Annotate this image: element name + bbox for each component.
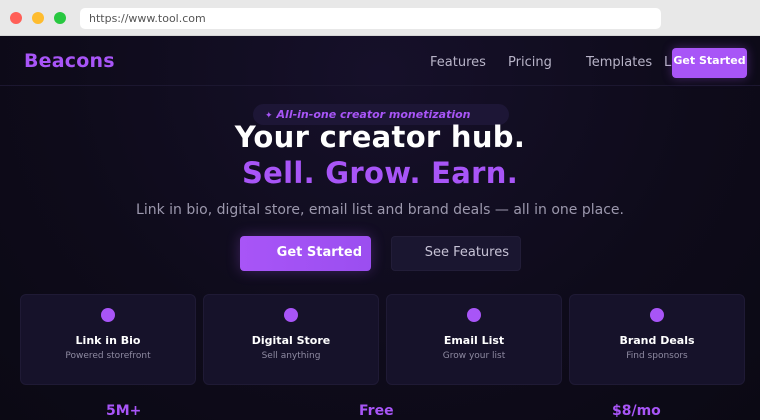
nav-link-pricing[interactable]: Pricing bbox=[508, 55, 552, 70]
feature-dot-icon bbox=[101, 308, 115, 322]
minimize-window-button[interactable] bbox=[32, 12, 44, 24]
feature-card-title: Link in Bio bbox=[75, 334, 141, 347]
feature-card-desc: Powered storefront bbox=[65, 351, 151, 361]
hero-title: Your creator hub. bbox=[234, 120, 526, 154]
feature-card-email-list[interactable]: Email List Grow your list bbox=[386, 294, 562, 385]
stat-value: $8/mo bbox=[612, 403, 661, 419]
hero-title-accent: Sell. Grow. Earn. bbox=[241, 156, 519, 190]
nav-get-started-button[interactable]: Get Started bbox=[672, 48, 747, 78]
feature-card-desc: Sell anything bbox=[261, 351, 321, 361]
landing-page: Beacons Features Pricing Templates L Get… bbox=[0, 36, 760, 420]
see-features-button[interactable]: See Features bbox=[391, 236, 521, 271]
nav-link-features[interactable]: Features bbox=[430, 55, 486, 70]
feature-card-title: Brand Deals bbox=[619, 334, 695, 347]
feature-dot-icon bbox=[650, 308, 664, 322]
stat-value: Free bbox=[359, 403, 394, 419]
hero-subtitle: Link in bio, digital store, email list a… bbox=[136, 202, 624, 218]
address-bar[interactable]: https://www.tool.com bbox=[80, 8, 661, 29]
feature-card-link-in-bio[interactable]: Link in Bio Powered storefront bbox=[20, 294, 196, 385]
nav-link-templates[interactable]: Templates bbox=[586, 55, 652, 70]
feature-card-title: Digital Store bbox=[251, 334, 331, 347]
feature-card-desc: Grow your list bbox=[442, 351, 506, 361]
nav-link-truncated[interactable]: L bbox=[664, 55, 671, 70]
top-nav: Beacons Features Pricing Templates L Get… bbox=[0, 36, 760, 86]
logo[interactable]: Beacons bbox=[24, 50, 115, 72]
get-started-button[interactable]: Get Started bbox=[240, 236, 371, 271]
feature-card-desc: Find sponsors bbox=[626, 351, 688, 361]
stat-value: 5M+ bbox=[106, 403, 142, 419]
browser-chrome: https://www.tool.com bbox=[0, 0, 760, 36]
feature-dot-icon bbox=[284, 308, 298, 322]
feature-card-brand-deals[interactable]: Brand Deals Find sponsors bbox=[569, 294, 745, 385]
maximize-window-button[interactable] bbox=[54, 12, 66, 24]
feature-card-title: Email List bbox=[443, 334, 505, 347]
feature-dot-icon bbox=[467, 308, 481, 322]
feature-card-digital-store[interactable]: Digital Store Sell anything bbox=[203, 294, 379, 385]
close-window-button[interactable] bbox=[10, 12, 22, 24]
